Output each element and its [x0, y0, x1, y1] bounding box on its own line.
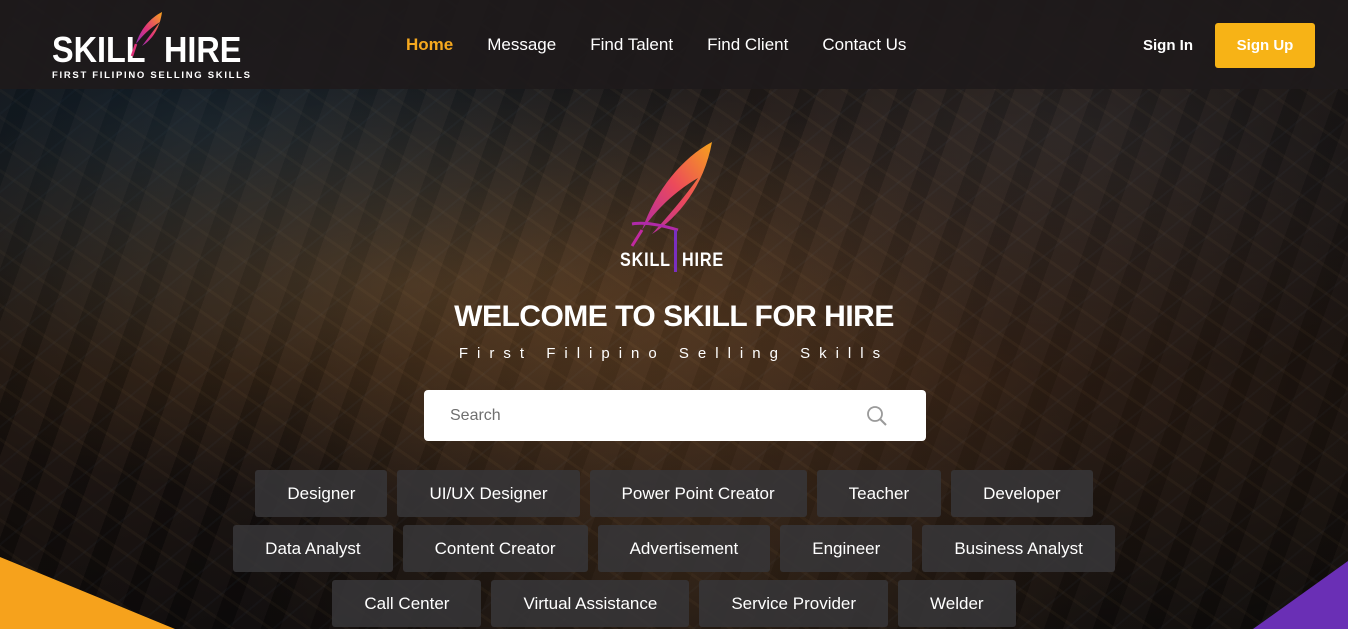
hero-subtitle: First Filipino Selling Skills — [458, 345, 890, 362]
category-row-3: Call Center Virtual Assistance Service P… — [0, 580, 1348, 627]
category-call-center[interactable]: Call Center — [332, 580, 482, 627]
brand-logo[interactable]: SKILL HIRE FIRST FILIPINO SELLING SKILLS — [52, 10, 250, 82]
nav-message[interactable]: Message — [487, 35, 556, 55]
category-service-provider[interactable]: Service Provider — [699, 580, 889, 627]
hero-logo-word-left: SKILL — [620, 250, 671, 271]
hero-logo-word-right: HIRE — [682, 250, 724, 271]
nav-find-talent[interactable]: Find Talent — [590, 35, 673, 55]
category-designer[interactable]: Designer — [255, 470, 388, 517]
hero-title: WELCOME TO SKILL FOR HIRE — [454, 300, 894, 333]
category-virtual-assistance[interactable]: Virtual Assistance — [491, 580, 690, 627]
category-data-analyst[interactable]: Data Analyst — [233, 525, 393, 572]
nav-find-client[interactable]: Find Client — [707, 35, 788, 55]
logo-word-right: HIRE — [164, 29, 242, 70]
category-advertisement[interactable]: Advertisement — [597, 525, 771, 572]
category-content-creator[interactable]: Content Creator — [402, 525, 588, 572]
category-business-analyst[interactable]: Business Analyst — [922, 525, 1115, 572]
logo-tagline: FIRST FILIPINO SELLING SKILLS — [52, 70, 252, 81]
category-welder[interactable]: Welder — [898, 580, 1016, 627]
search-bar — [424, 390, 926, 441]
top-navbar: SKILL HIRE FIRST FILIPINO SELLING SKILLS… — [0, 0, 1348, 89]
nav-home[interactable]: Home — [406, 35, 453, 55]
category-teacher[interactable]: Teacher — [816, 470, 942, 517]
category-row-2: Data Analyst Content Creator Advertiseme… — [0, 525, 1348, 572]
sign-in-link[interactable]: Sign In — [1143, 37, 1193, 54]
feather-icon — [130, 12, 162, 57]
category-developer[interactable]: Developer — [951, 470, 1093, 517]
hero-logo: SKILL HIRE — [612, 138, 736, 278]
nav-contact-us[interactable]: Contact Us — [822, 35, 906, 55]
search-icon[interactable] — [866, 405, 888, 427]
category-row-1: Designer UI/UX Designer Power Point Crea… — [0, 470, 1348, 517]
search-input[interactable] — [424, 390, 866, 441]
category-power-point-creator[interactable]: Power Point Creator — [589, 470, 807, 517]
category-ui-ux-designer[interactable]: UI/UX Designer — [397, 470, 580, 517]
category-engineer[interactable]: Engineer — [780, 525, 913, 572]
sign-up-button[interactable]: Sign Up — [1215, 23, 1315, 68]
main-nav: Home Message Find Talent Find Client Con… — [406, 35, 940, 55]
